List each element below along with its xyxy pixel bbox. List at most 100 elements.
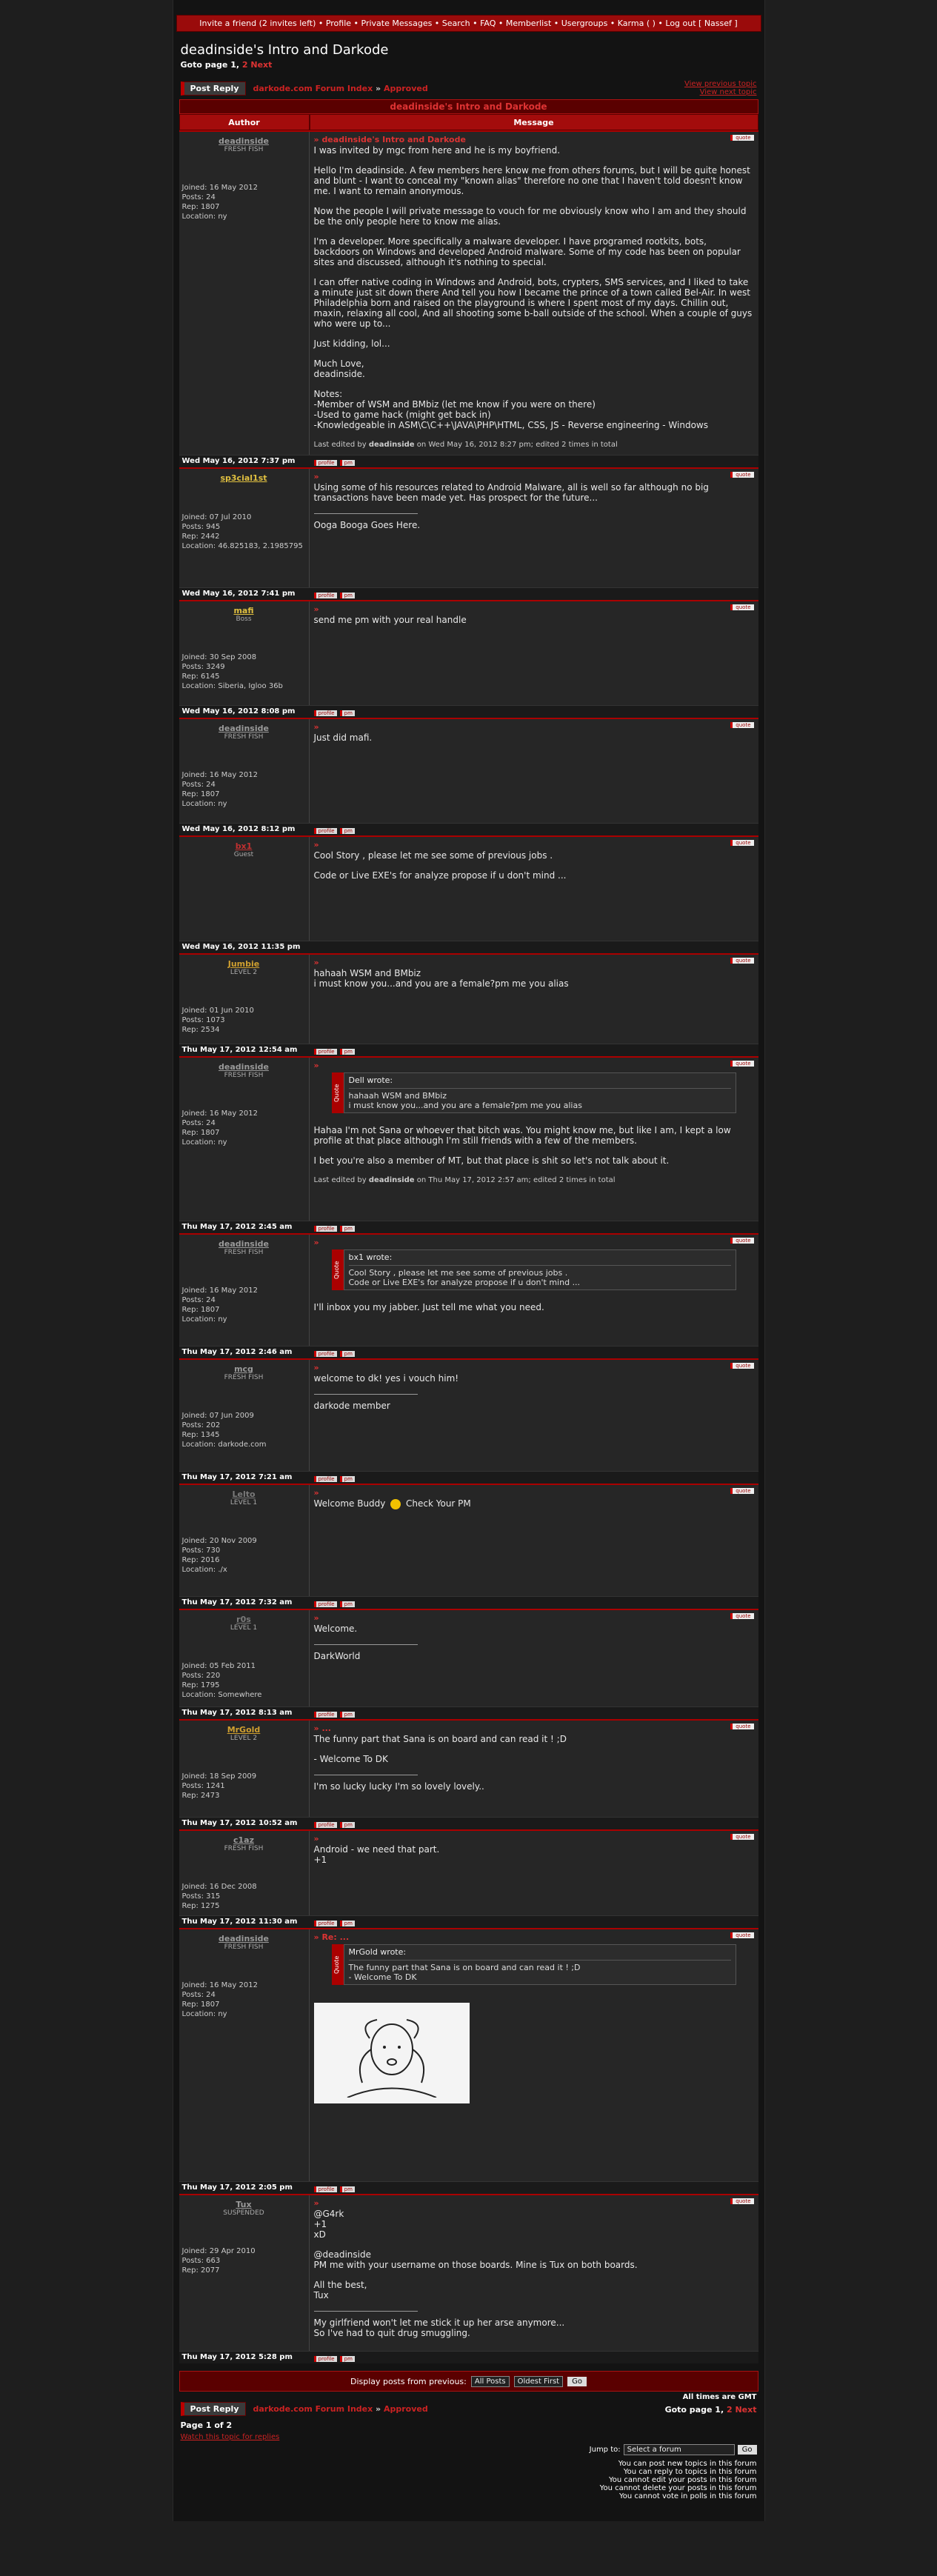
profile-button[interactable]: profile: [313, 710, 337, 716]
pm-button[interactable]: pm: [339, 593, 355, 598]
permission-line: You cannot delete your posts in this for…: [599, 2484, 757, 2492]
author-name[interactable]: c1az: [182, 1835, 306, 1845]
author-name[interactable]: deadinside: [182, 1934, 306, 1943]
post-icon: »: [313, 2198, 319, 2208]
quote-button[interactable]: quote: [730, 958, 754, 964]
profile-button[interactable]: profile: [313, 2356, 337, 2362]
pm-button[interactable]: pm: [339, 1601, 355, 1607]
next-page-link[interactable]: Next: [250, 60, 272, 70]
quote-button[interactable]: quote: [730, 1488, 754, 1494]
reaction-image: [313, 2003, 470, 2103]
quote-button[interactable]: quote: [730, 1061, 754, 1067]
author-name[interactable]: deadinside: [182, 724, 306, 733]
quote-button[interactable]: quote: [730, 1363, 754, 1369]
post-subject: »: [314, 1238, 754, 1247]
pm-button[interactable]: pm: [339, 1921, 355, 1926]
author-name[interactable]: deadinside: [182, 1239, 306, 1249]
pm-button[interactable]: pm: [339, 1476, 355, 1482]
quote-button[interactable]: quote: [730, 1613, 754, 1619]
pm-button[interactable]: pm: [339, 460, 355, 466]
author-name[interactable]: sp3cial1st: [182, 473, 306, 483]
author-name[interactable]: deadinside: [182, 1062, 306, 1072]
go-button[interactable]: Go: [567, 2376, 587, 2386]
prev-topic-link[interactable]: View previous topic: [684, 80, 757, 88]
quote-button[interactable]: quote: [730, 1932, 754, 1938]
quote-button[interactable]: quote: [730, 722, 754, 728]
post-footer: Thu May 17, 2012 2:46 am profile pm: [179, 1346, 758, 1358]
thread-title-bar[interactable]: deadinside's Intro and Darkode: [179, 99, 758, 114]
post-author: MrGold LEVEL 2 Joined: 18 Sep 2009 Posts: 1…: [179, 1721, 310, 1817]
author-name[interactable]: mafi: [182, 606, 306, 615]
quote-button[interactable]: quote: [730, 604, 754, 610]
forum-select[interactable]: Select a forum: [623, 2444, 735, 2455]
profile-button[interactable]: profile: [313, 1601, 337, 1607]
post-body: Cool Story , please let me see some of p…: [314, 850, 754, 881]
author-name[interactable]: deadinside: [182, 136, 306, 146]
page-2-link[interactable]: 2: [242, 60, 248, 70]
profile-button[interactable]: profile: [313, 460, 337, 466]
profile-button[interactable]: profile: [313, 1351, 337, 1357]
post: Lelto LEVEL 1 Joined: 20 Nov 2009 Posts: 73…: [179, 1484, 758, 1609]
crumb-forum[interactable]: Approved: [384, 84, 428, 93]
top-nav-links[interactable]: Invite a friend (2 invites left) • Profi…: [199, 19, 737, 28]
post-message: » quote send me pm with your real handle: [309, 601, 758, 705]
profile-button[interactable]: profile: [313, 1822, 337, 1828]
profile-button[interactable]: profile: [313, 593, 337, 598]
profile-button[interactable]: profile: [313, 1921, 337, 1926]
sort-order-select[interactable]: Oldest First: [513, 2375, 564, 2387]
jump-to: Jump to: Select a forum Go: [181, 2444, 757, 2455]
author-name[interactable]: MrGold: [182, 1725, 306, 1735]
profile-button[interactable]: profile: [313, 1226, 337, 1232]
author-posts: Posts: 24: [181, 1991, 216, 1999]
post-row: deadinside FRESH FISH Joined: 16 May 2012 P…: [179, 719, 758, 823]
pm-button[interactable]: pm: [339, 2356, 355, 2362]
quote-button[interactable]: quote: [730, 135, 754, 141]
post-author: Jumbie LEVEL 2 Joined: 01 Jun 2010 Posts: 1…: [179, 955, 310, 1044]
display-period-select[interactable]: All Posts: [470, 2375, 510, 2387]
author-rank: FRESH FISH: [224, 1845, 264, 1852]
author-name[interactable]: r0s: [182, 1615, 306, 1624]
quote-button[interactable]: quote: [730, 472, 754, 478]
post-icon: »: [313, 840, 319, 850]
pm-button[interactable]: pm: [339, 1049, 355, 1055]
post-reply-button[interactable]: Post Reply: [180, 81, 246, 96]
profile-button[interactable]: profile: [313, 1712, 337, 1718]
next-topic-link[interactable]: View next topic: [684, 88, 757, 96]
post-row: sp3cial1st Joined: 07 Jul 2010 Posts: 945 R…: [179, 469, 758, 587]
quote-button[interactable]: quote: [730, 840, 754, 846]
post-reply-button-bottom[interactable]: Post Reply: [180, 2401, 246, 2416]
signature-divider: [313, 2311, 418, 2312]
author-name[interactable]: bx1: [182, 841, 306, 851]
quote-button[interactable]: quote: [730, 1238, 754, 1244]
author-name[interactable]: mcg: [182, 1364, 306, 1374]
post-subject: »: [314, 472, 754, 481]
author-name[interactable]: Lelto: [182, 1489, 306, 1499]
top-navigation[interactable]: Invite a friend (2 invites left) • Profi…: [176, 15, 761, 32]
pm-button[interactable]: pm: [339, 2186, 355, 2192]
pm-button[interactable]: pm: [339, 710, 355, 716]
quote-button[interactable]: quote: [730, 2198, 754, 2204]
post-subject: »: [313, 2198, 754, 2208]
pm-button[interactable]: pm: [339, 1822, 355, 1828]
goto-pages: Goto page 1, 2 Next: [180, 60, 273, 70]
author-name[interactable]: Tux: [182, 2200, 306, 2209]
pm-button[interactable]: pm: [339, 1351, 355, 1357]
pm-button[interactable]: pm: [339, 1226, 355, 1232]
author-location: Location: ny: [181, 1138, 227, 1147]
profile-button[interactable]: profile: [313, 828, 337, 834]
profile-button[interactable]: profile: [313, 1476, 337, 1482]
quote-button[interactable]: quote: [730, 1724, 754, 1729]
table-header: Author Message: [179, 114, 758, 130]
author-posts: Posts: 3249: [181, 663, 225, 671]
profile-button[interactable]: profile: [313, 2186, 337, 2192]
pm-button[interactable]: pm: [339, 828, 355, 834]
author-name[interactable]: Jumbie: [182, 959, 306, 969]
watch-topic-link[interactable]: Watch this topic for replies: [181, 2433, 757, 2441]
crumb-index[interactable]: darkode.com Forum Index: [253, 84, 373, 93]
jump-go-button[interactable]: Go: [737, 2445, 757, 2455]
post-paragraph: Using some of his resources related to A…: [313, 482, 709, 503]
quote-button[interactable]: quote: [730, 1834, 754, 1840]
profile-button[interactable]: profile: [313, 1049, 337, 1055]
post-author: deadinside FRESH FISH Joined: 16 May 2012 P…: [179, 719, 310, 823]
pm-button[interactable]: pm: [339, 1712, 355, 1718]
